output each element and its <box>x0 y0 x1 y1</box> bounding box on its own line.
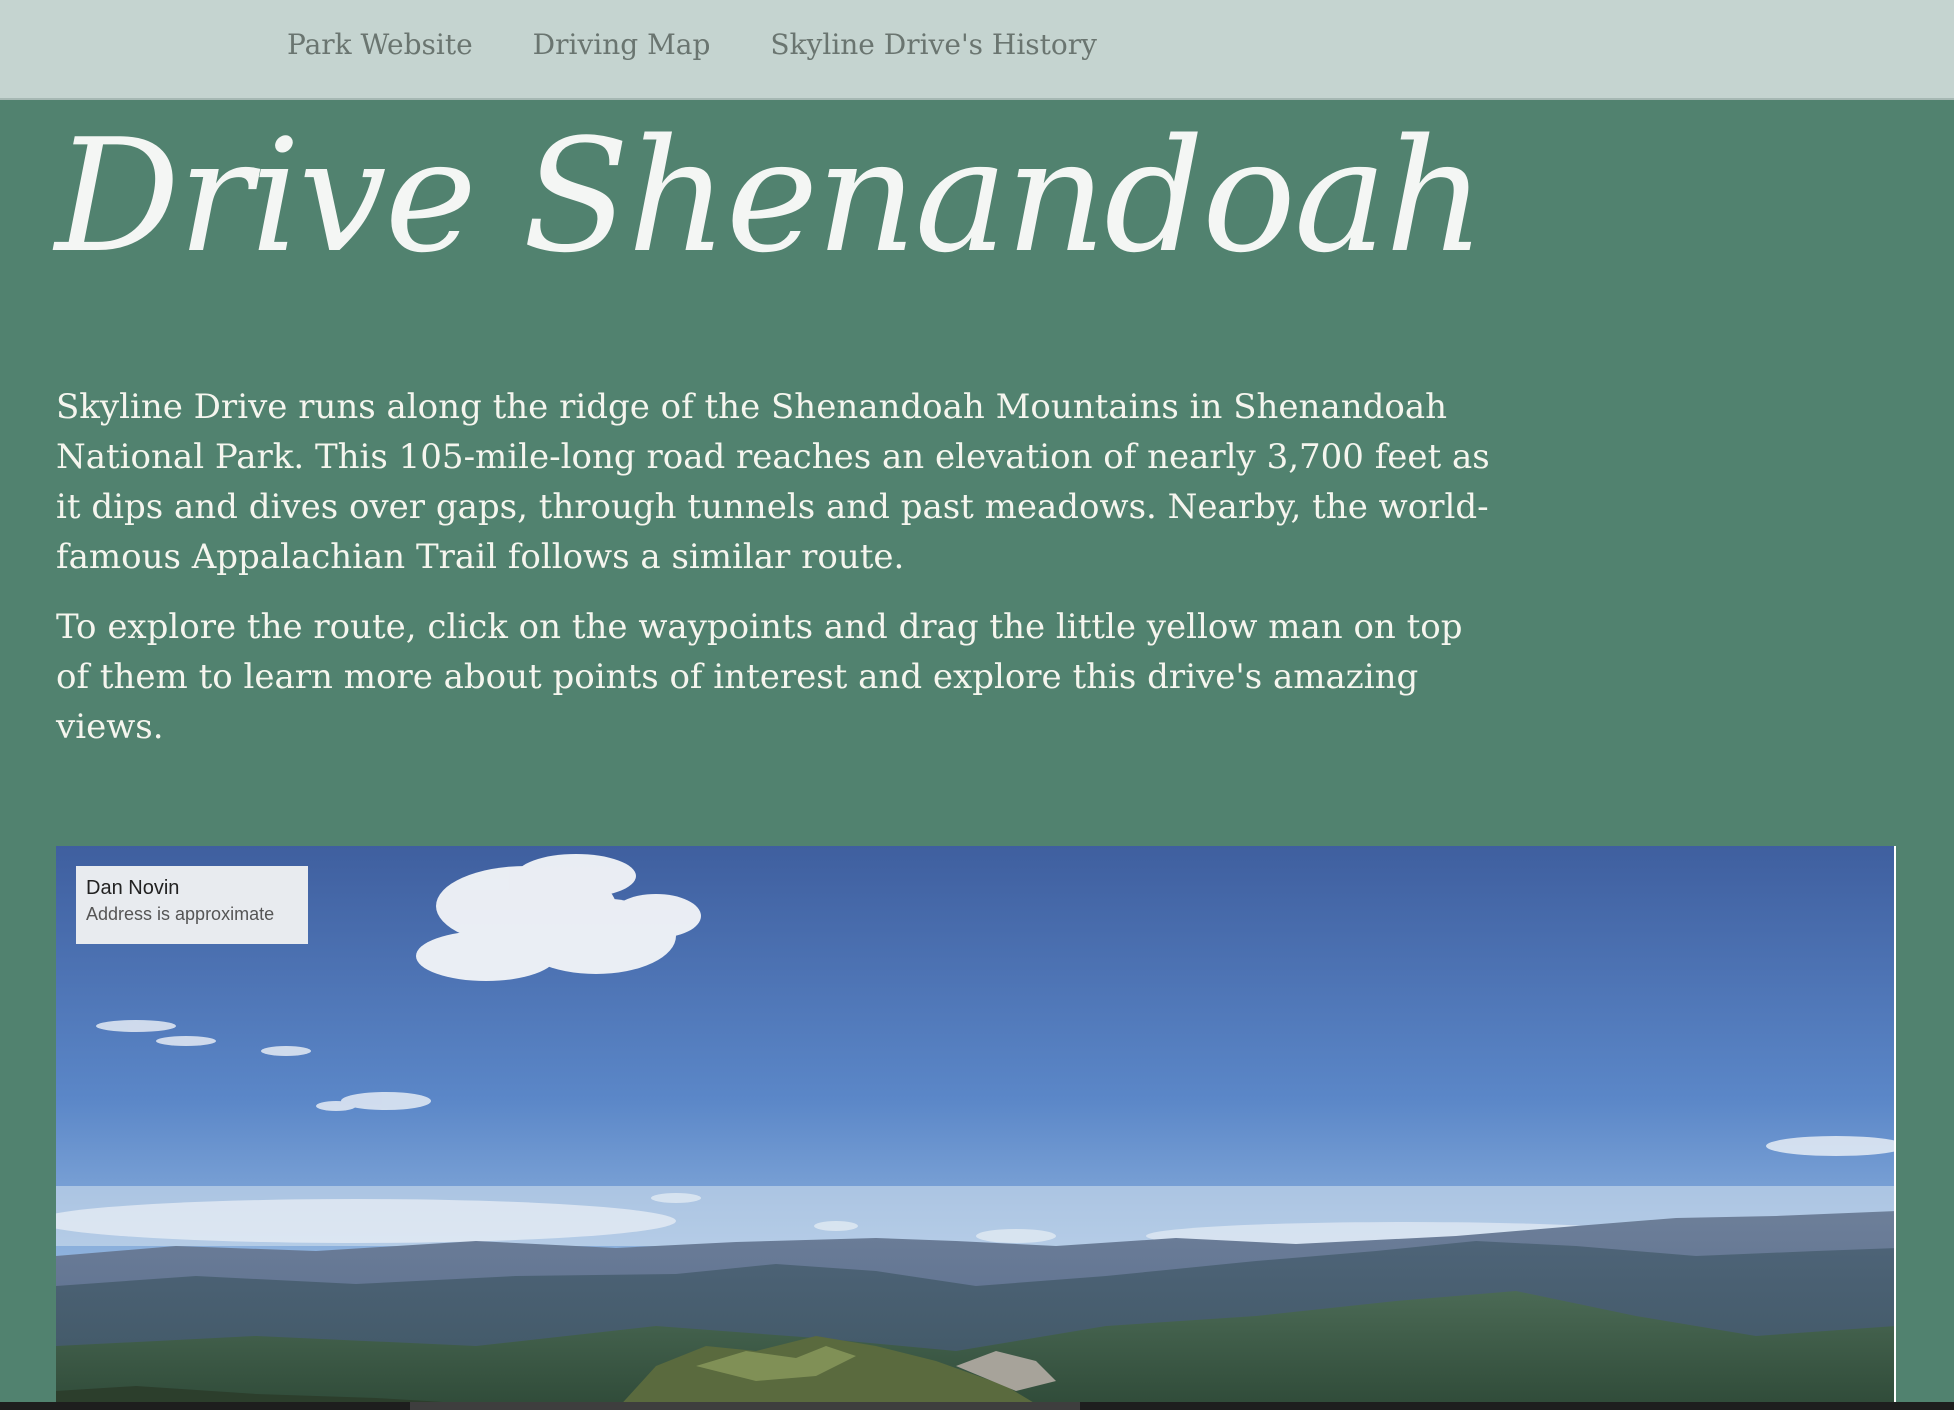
nav-link-history[interactable]: Skyline Drive's History <box>770 28 1097 61</box>
intro-text: Skyline Drive runs along the ridge of th… <box>56 382 1496 772</box>
address-note: Address is approximate <box>86 904 275 924</box>
instructions-paragraph: To explore the route, click on the waypo… <box>56 607 1463 747</box>
top-navigation: Park Website Driving Map Skyline Drive's… <box>0 0 1954 100</box>
location-info-card[interactable]: Dan Novin Address is approximate <box>76 866 308 944</box>
intro-paragraph: Skyline Drive runs along the ridge of th… <box>56 387 1490 577</box>
nav-link-driving-map[interactable]: Driving Map <box>533 28 711 61</box>
author-name[interactable]: Dan Novin <box>86 875 298 901</box>
nav-list: Park Website Driving Map Skyline Drive's… <box>287 28 1157 61</box>
page-title: Drive Shenandoah <box>55 105 1485 287</box>
nav-link-park-website[interactable]: Park Website <box>287 28 473 61</box>
street-view-panorama[interactable]: Dan Novin Address is approximate <box>56 846 1896 1410</box>
panorama-image <box>56 846 1894 1410</box>
control-bar-segment <box>410 1402 1080 1410</box>
panorama-control-bar <box>0 1402 1954 1410</box>
